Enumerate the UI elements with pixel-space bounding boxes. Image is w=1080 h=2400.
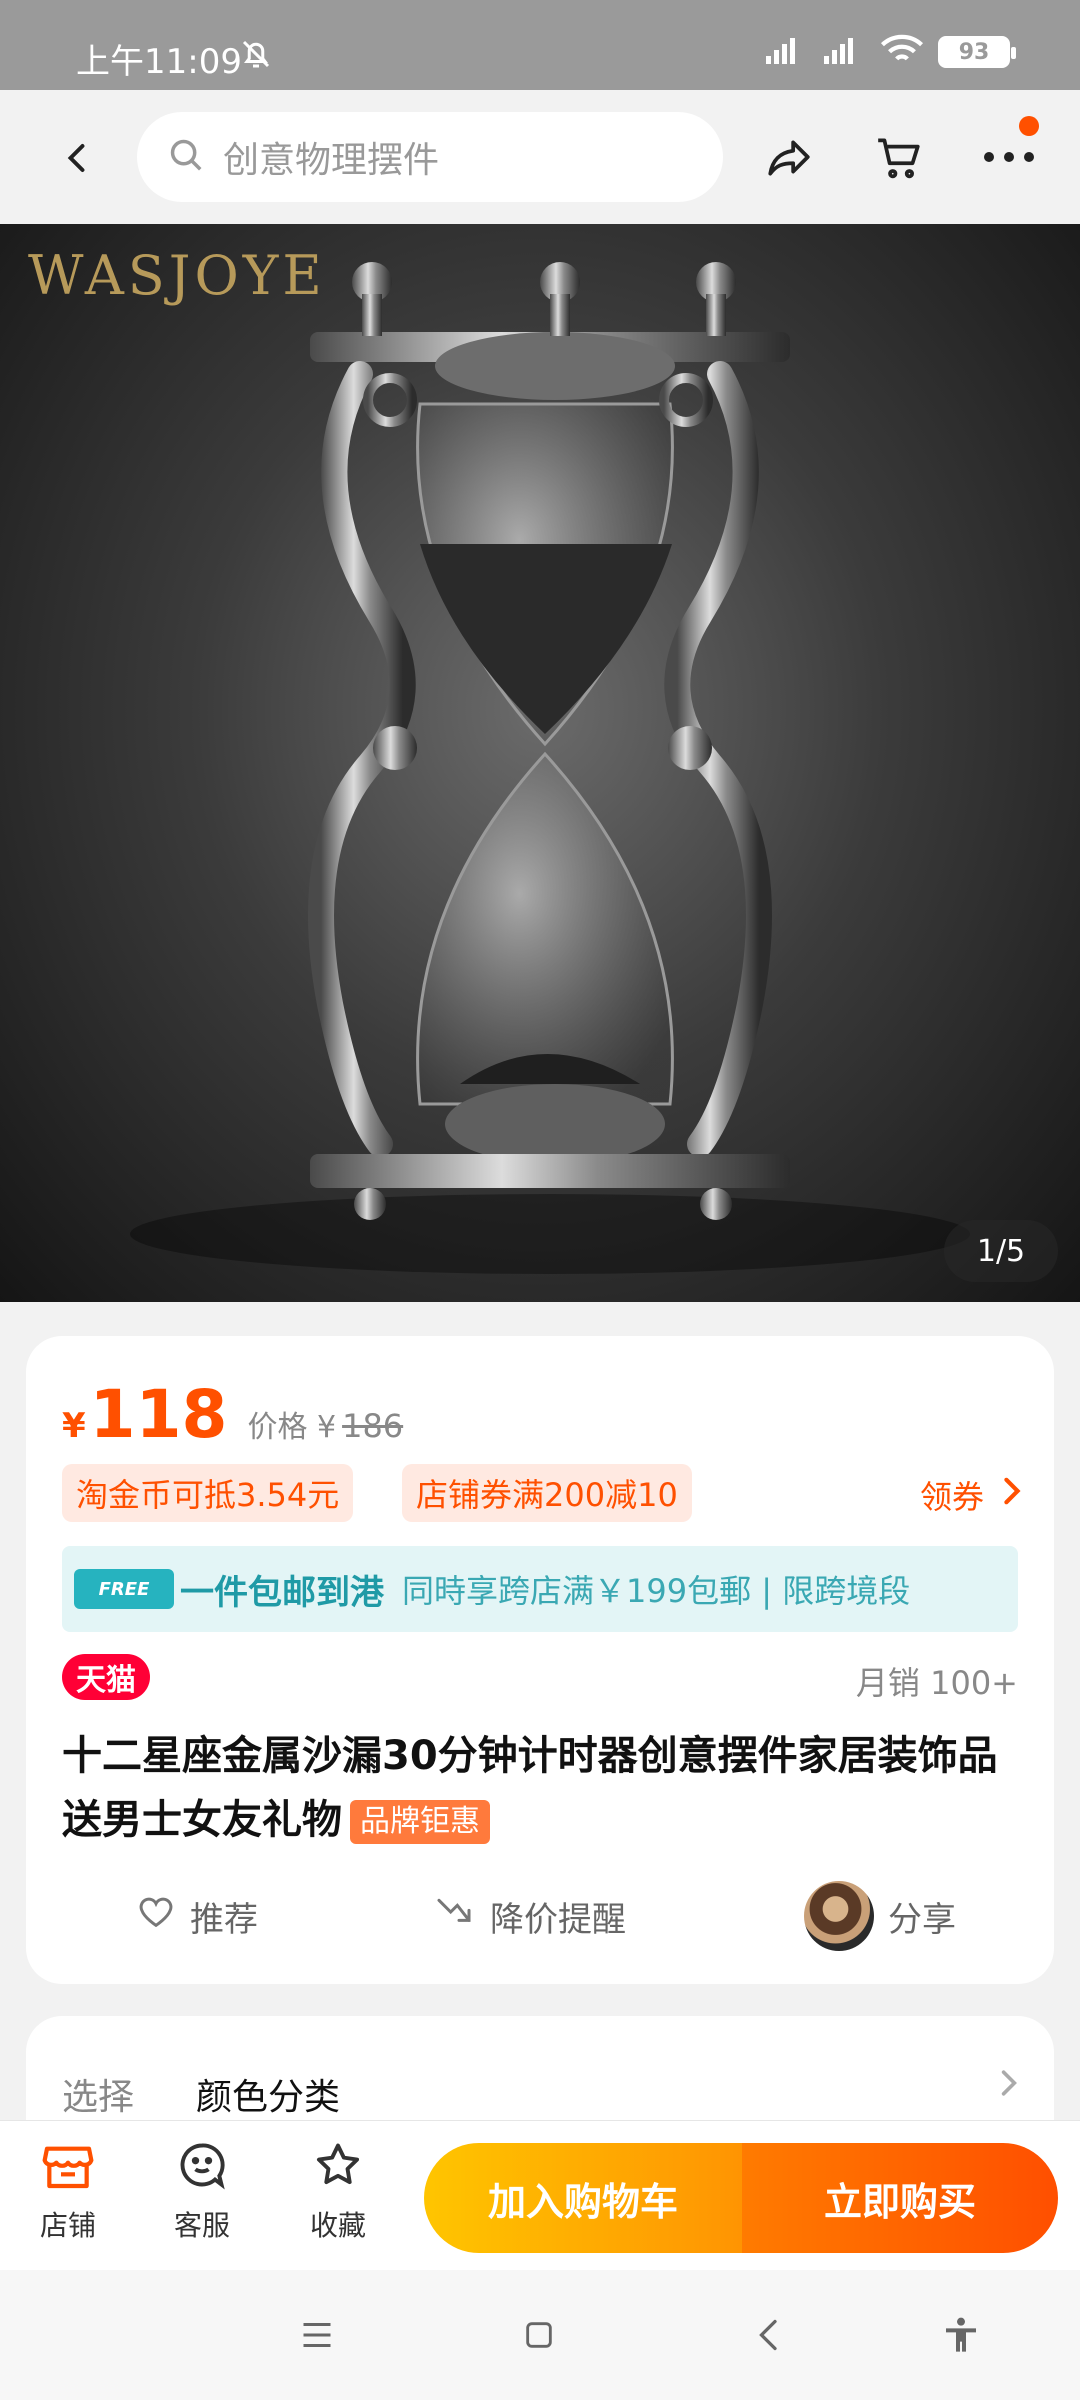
menu-icon[interactable] (292, 2310, 342, 2360)
add-to-cart-label: 加入购物车 (487, 2179, 678, 2224)
shipping-sub-text: 同時享跨店满￥199包郵 | 限跨境段 (402, 1572, 911, 1610)
product-info-card: ¥ 118 价格 ¥ 186 淘金币可抵3.54元 店铺券满200减10 领券 … (26, 1336, 1054, 1984)
monthly-sales: 月销 100+ (855, 1664, 1018, 1702)
add-to-cart-button[interactable]: 加入购物车 (424, 2143, 742, 2253)
get-coupon-button[interactable]: 领券 (920, 1472, 1022, 1518)
bottom-action-bar: 店铺 客服 收藏 加入购物车 立即购买 (0, 2120, 1080, 2270)
signal-icon (764, 34, 808, 70)
status-indicators: 93 (764, 34, 1016, 70)
customer-service-button[interactable]: 客服 (152, 2139, 252, 2244)
shipping-banner[interactable]: FREE 一件包邮到港 同時享跨店满￥199包郵 | 限跨境段 (62, 1546, 1018, 1632)
tmall-badge: 天猫 (62, 1654, 150, 1700)
star-icon (312, 2139, 364, 2198)
buy-now-label: 立即购买 (823, 2179, 976, 2224)
share-label: 分享 (888, 1899, 956, 1940)
back-nav-icon[interactable] (744, 2310, 794, 2360)
original-price-label: 价格 ¥ (247, 1410, 337, 1445)
original-price: 186 (342, 1407, 404, 1445)
recommend-label: 推荐 (190, 1899, 258, 1940)
heart-icon (136, 1892, 176, 1941)
status-time: 上午11:09 (76, 42, 242, 82)
promo-tag-coins: 淘金币可抵3.54元 (62, 1464, 354, 1522)
currency-symbol: ¥ (62, 1406, 86, 1446)
more-button[interactable] (974, 116, 1044, 192)
share-button-secondary[interactable]: 分享 (804, 1876, 956, 1956)
accessibility-icon[interactable] (936, 2310, 986, 2360)
battery-level: 93 (958, 39, 990, 65)
chevron-right-icon (1000, 2068, 1018, 2102)
coupon-label: 领券 (919, 1478, 984, 1516)
back-button[interactable] (48, 128, 108, 188)
product-title-text: 十二星座金属沙漏30分钟计时器创意摆件家居装饰品送男士女友礼物 (62, 1733, 998, 1843)
shop-button[interactable]: 店铺 (18, 2139, 118, 2244)
signal-icon (822, 34, 866, 70)
product-image-carousel[interactable]: WASJOYE 1/5 (0, 224, 1080, 1302)
brand-deal-badge: 品牌钜惠 (350, 1800, 490, 1844)
price-alert-button[interactable]: 降价提醒 (432, 1876, 626, 1956)
search-placeholder: 创意物理摆件 (223, 140, 440, 181)
select-value: 颜色分类 (196, 2077, 341, 2118)
promo-tag-shop-coupon: 店铺券满200减10 (402, 1464, 692, 1522)
favorite-button[interactable]: 收藏 (288, 2139, 388, 2244)
shop-label: 店铺 (39, 2209, 96, 2242)
hourglass-image (130, 262, 970, 1274)
image-pager: 1/5 (944, 1220, 1058, 1282)
home-icon[interactable] (514, 2310, 564, 2360)
product-actions: 推荐 降价提醒 分享 (26, 1876, 1054, 1956)
share-button[interactable] (754, 122, 824, 192)
cart-button[interactable] (864, 122, 934, 192)
wifi-icon (880, 34, 924, 70)
notification-dot (1019, 116, 1039, 136)
service-label: 客服 (173, 2209, 230, 2242)
search-input[interactable]: 创意物理摆件 (137, 112, 723, 202)
current-price: 118 (89, 1376, 228, 1453)
battery-icon: 93 (938, 36, 1016, 68)
chat-face-icon (176, 2139, 228, 2198)
product-title: 十二星座金属沙漏30分钟计时器创意摆件家居装饰品送男士女友礼物 品牌钜惠 (62, 1724, 1022, 1852)
top-navigation: 创意物理摆件 (0, 90, 1080, 224)
system-navigation-bar (0, 2270, 1080, 2400)
status-bar: 上午11:09 93 (0, 0, 1080, 90)
recommend-button[interactable]: 推荐 (136, 1876, 258, 1956)
trend-down-icon (432, 1892, 476, 1941)
store-icon (40, 2139, 96, 2198)
buy-now-button[interactable]: 立即购买 (742, 2143, 1058, 2253)
free-shipping-truck-icon: FREE (74, 1569, 174, 1609)
shipping-main-text: 一件包邮到港 (180, 1572, 384, 1613)
avatar (804, 1881, 874, 1951)
search-icon (167, 136, 205, 178)
price-row: ¥ 118 价格 ¥ 186 (62, 1376, 403, 1453)
chevron-right-icon (1002, 1476, 1022, 1514)
select-label: 选择 (62, 2077, 135, 2118)
bell-off-icon (238, 36, 274, 76)
favorite-label: 收藏 (309, 2209, 366, 2242)
price-alert-label: 降价提醒 (490, 1899, 626, 1940)
